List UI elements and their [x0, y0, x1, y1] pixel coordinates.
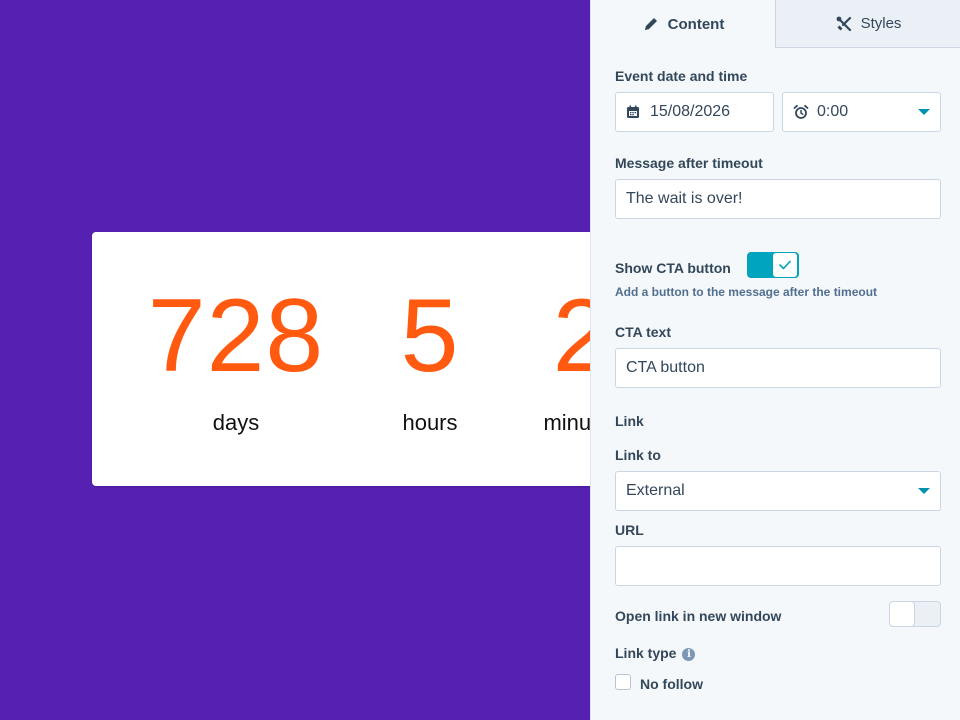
link-section-heading: Link [615, 413, 644, 429]
tab-content[interactable]: Content [591, 0, 775, 48]
preview-canvas: 728 days 5 hours 2 minutes [0, 0, 590, 720]
tab-content-label: Content [667, 15, 725, 33]
link-type-text: Link type [615, 645, 677, 661]
minutes-value: 2 [552, 278, 590, 394]
no-follow-label: No follow [640, 676, 703, 692]
url-input[interactable] [615, 546, 941, 586]
link-type-label: Link type i [615, 645, 696, 661]
minutes-label: minutes [543, 410, 590, 435]
tab-styles[interactable]: Styles [775, 0, 960, 48]
event-date-label: Event date and time [615, 68, 748, 84]
date-input[interactable]: 15/08/2026 [615, 92, 774, 132]
link-to-label: Link to [615, 447, 661, 463]
countdown-hours: 5 hours [378, 284, 482, 436]
countdown-card[interactable]: 728 days 5 hours 2 minutes [92, 232, 590, 486]
show-cta-help: Add a button to the message after the ti… [615, 285, 878, 299]
hours-value: 5 [400, 278, 460, 394]
message-label: Message after timeout [615, 155, 763, 171]
message-input[interactable]: The wait is over! [615, 179, 941, 219]
no-follow-checkbox[interactable] [615, 674, 631, 690]
hours-label: hours [402, 410, 458, 435]
check-icon [779, 260, 791, 270]
tab-styles-label: Styles [860, 15, 902, 32]
toggle-knob [889, 601, 915, 627]
show-cta-label: Show CTA button [615, 260, 731, 276]
link-to-value: External [626, 482, 685, 499]
show-cta-toggle[interactable] [747, 252, 799, 278]
settings-panel: Content Styles Event date and time 15/08… [590, 0, 960, 720]
cta-text-value: CTA button [626, 359, 705, 376]
time-value: 0:00 [817, 103, 849, 120]
chevron-down-icon [918, 109, 930, 115]
pencil-icon [642, 15, 660, 33]
countdown-days: 728 days [136, 284, 336, 436]
calendar-icon [626, 105, 640, 119]
url-label: URL [615, 522, 644, 538]
new-window-label: Open link in new window [615, 608, 782, 624]
tools-icon [835, 15, 853, 33]
days-value: 728 [147, 278, 325, 394]
new-window-toggle[interactable] [889, 601, 941, 627]
link-to-select[interactable]: External [615, 471, 941, 511]
toggle-knob [772, 252, 798, 278]
days-label: days [212, 410, 260, 435]
cta-text-label: CTA text [615, 324, 671, 340]
date-value: 15/08/2026 [650, 103, 731, 120]
chevron-down-icon [918, 488, 930, 494]
info-icon[interactable]: i [682, 648, 696, 661]
message-value: The wait is over! [626, 190, 743, 207]
time-select[interactable]: 0:00 [782, 92, 941, 132]
panel-tabs: Content Styles [591, 0, 960, 48]
countdown-minutes: 2 minutes [522, 284, 590, 436]
alarm-clock-icon [793, 104, 809, 120]
cta-text-input[interactable]: CTA button [615, 348, 941, 388]
